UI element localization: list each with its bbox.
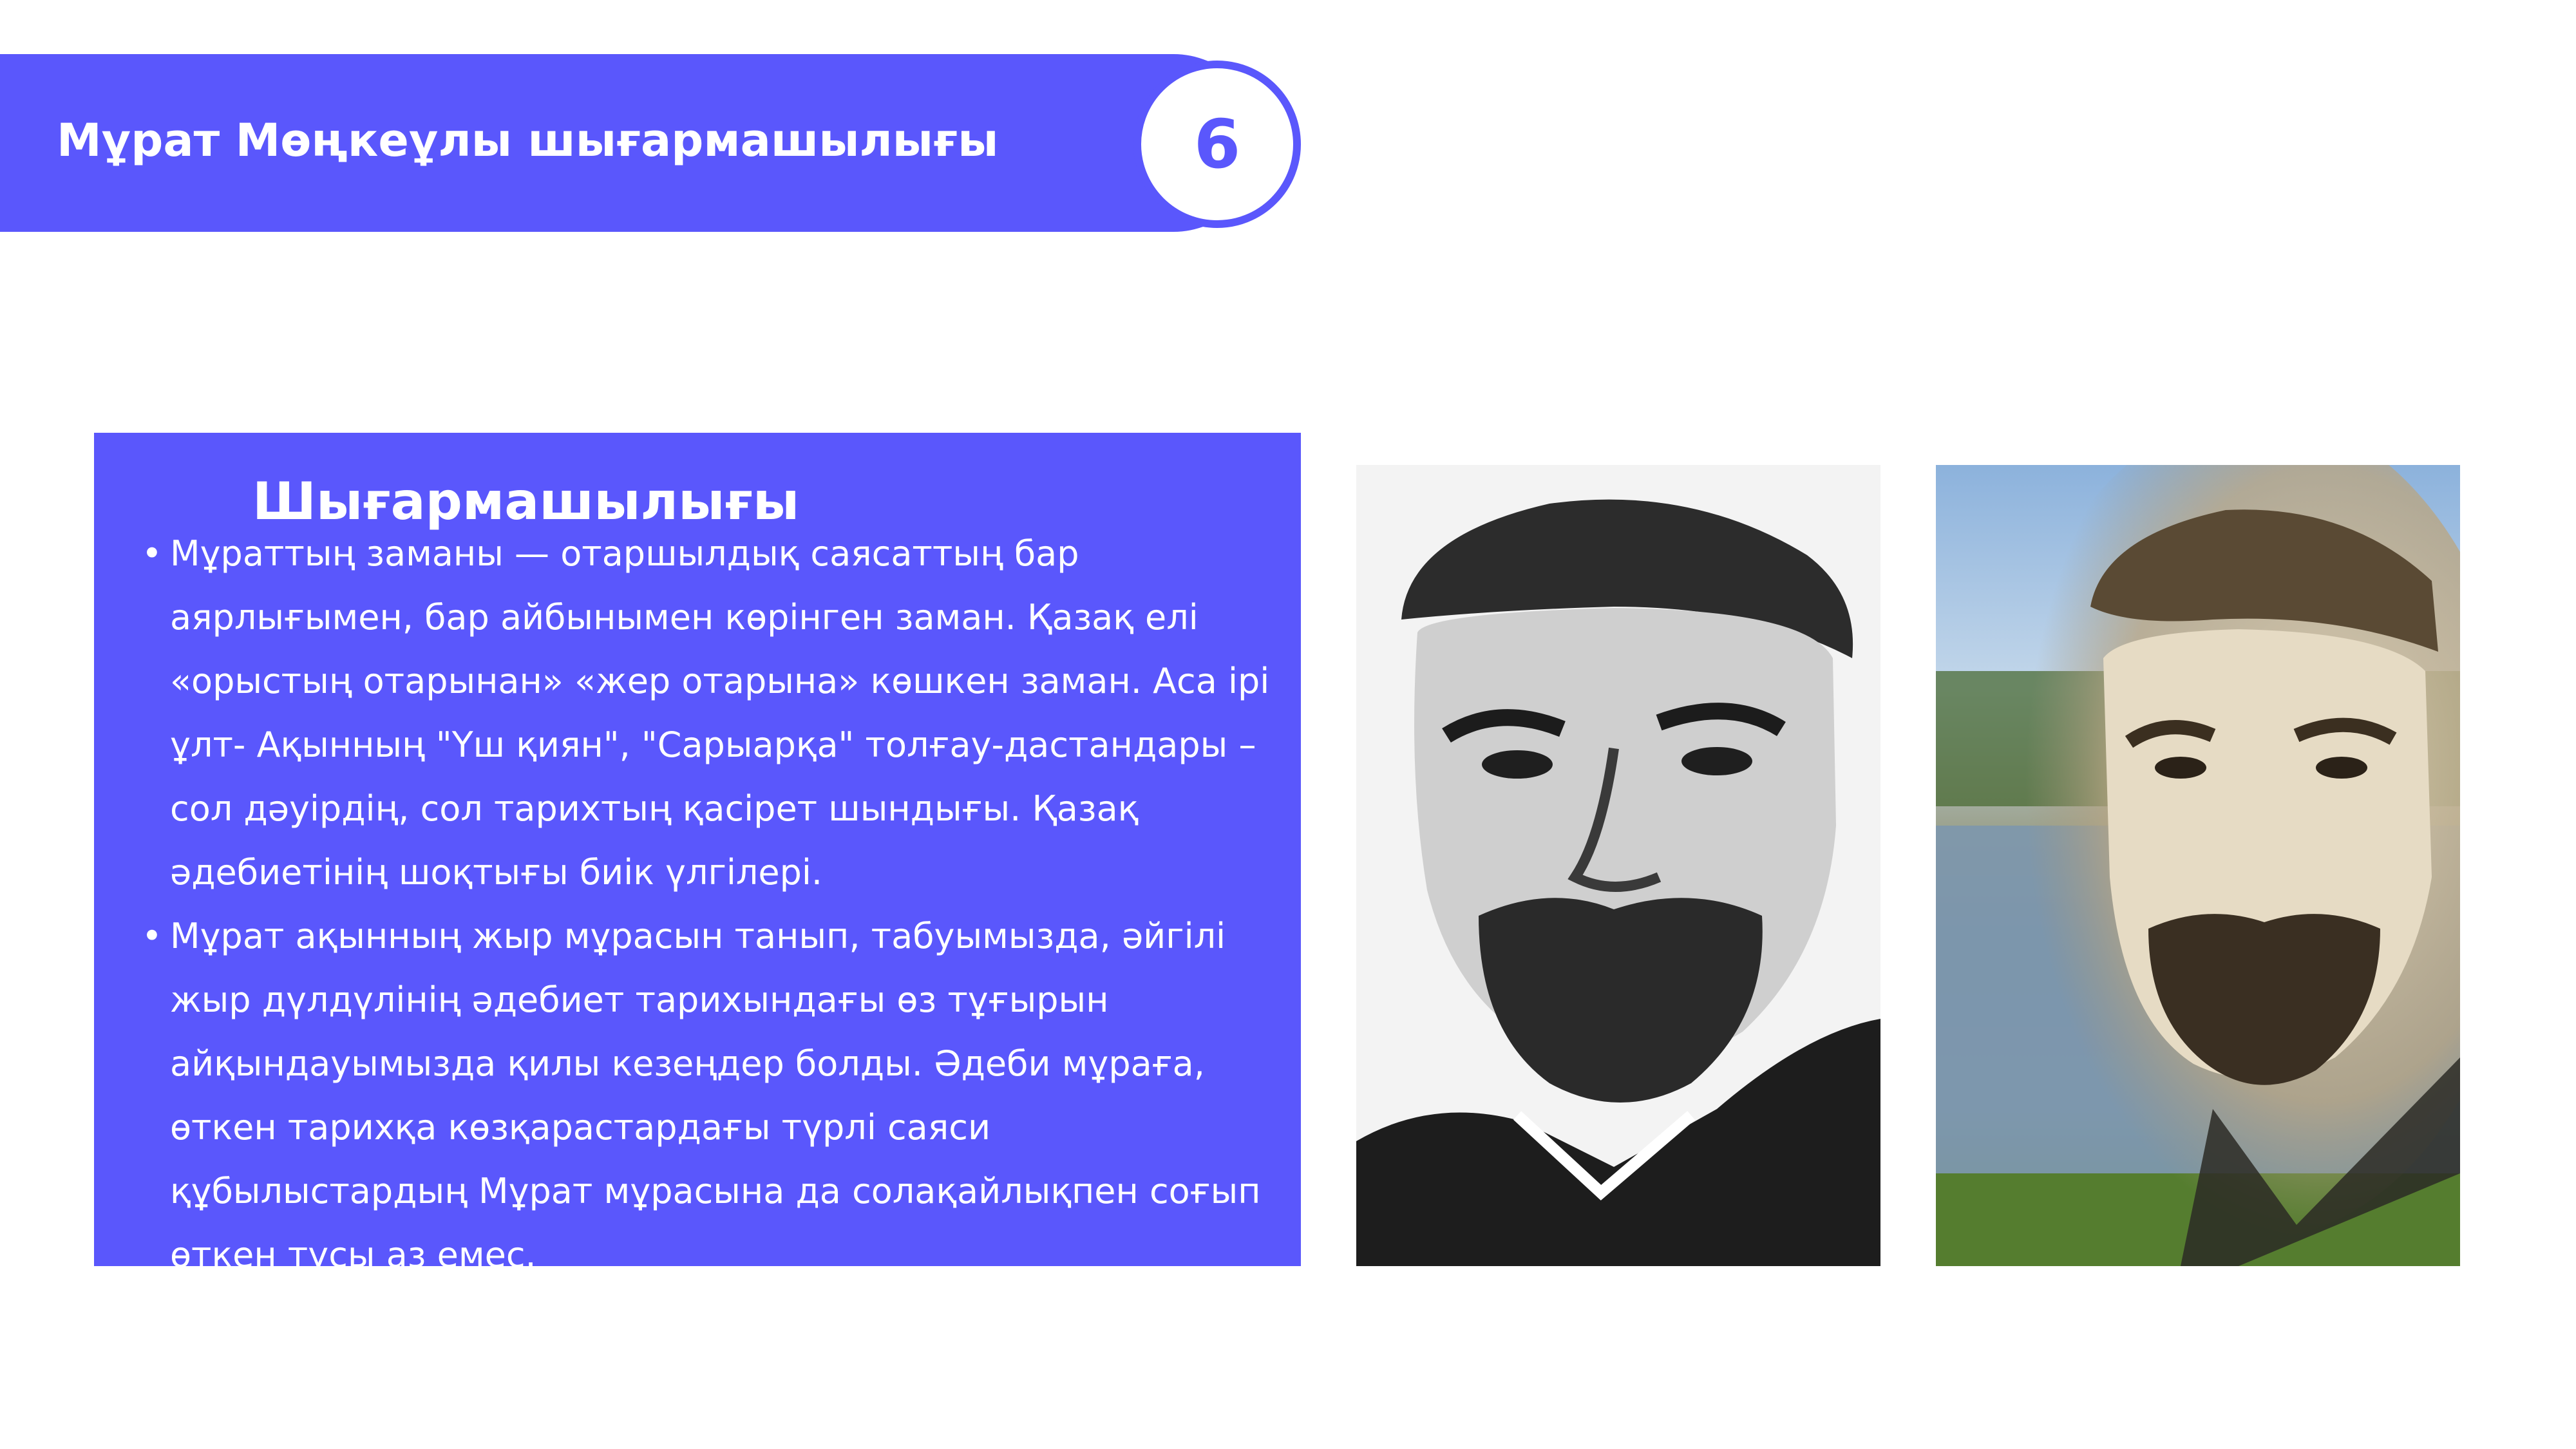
bullet-list: • Мұраттың заманы — отаршылдық саясаттың… xyxy=(94,522,1301,1287)
slide-title: Мұрат Мөңкеұлы шығармашылығы xyxy=(57,114,999,167)
bullet-item: • Мұрат ақынның жыр мұрасын танып, табуы… xyxy=(94,904,1301,1287)
portrait-image-1 xyxy=(1356,465,1880,1266)
bullet-dot-icon: • xyxy=(142,533,162,574)
slide-number-badge: 6 xyxy=(1133,61,1301,228)
portrait-image-2 xyxy=(1936,465,2460,1266)
bullet-text: Мұраттың заманы — отаршылдық саясаттың б… xyxy=(170,533,1270,893)
content-panel: Шығармашылығы • Мұраттың заманы — отаршы… xyxy=(94,433,1301,1275)
bullet-item: • Мұраттың заманы — отаршылдық саясаттың… xyxy=(94,522,1301,904)
bullet-text: Мұрат ақынның жыр мұрасын танып, табуымы… xyxy=(170,916,1261,1275)
bullet-dot-icon: • xyxy=(142,916,162,956)
